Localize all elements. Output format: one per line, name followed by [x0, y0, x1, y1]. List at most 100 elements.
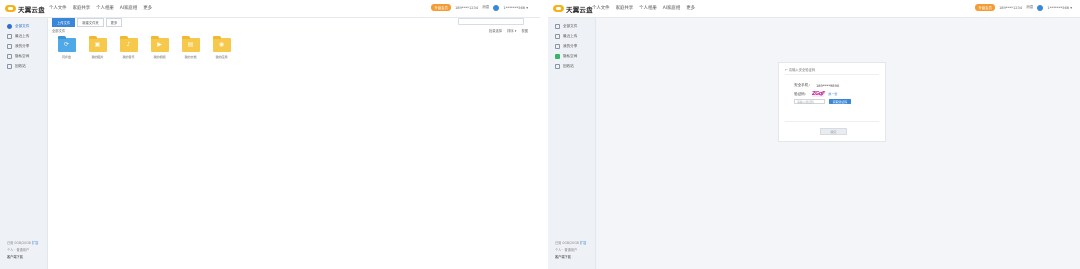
- nav-more[interactable]: 更多: [143, 5, 152, 11]
- confirm-button[interactable]: 确定: [820, 128, 847, 135]
- storage-usage: 已用 0GB/20GB: [555, 241, 579, 245]
- folder-icon: [7, 23, 12, 29]
- sidebar-item-trash[interactable]: 回收站: [548, 61, 595, 71]
- share-icon: [7, 43, 12, 49]
- file-item[interactable]: ▣ 我的图片: [88, 36, 107, 59]
- sidebar-item-label: 隐私空间: [15, 53, 30, 58]
- captcha-image: ZGqF: [812, 91, 825, 97]
- folder-icon: [555, 23, 560, 29]
- nav-ai-album[interactable]: AI家庭相: [663, 5, 680, 11]
- search-input[interactable]: [458, 18, 524, 25]
- nav-personal-album[interactable]: 个人相册: [96, 5, 114, 11]
- sync-folder-icon: ⟳: [57, 36, 76, 52]
- breadcrumb[interactable]: 全部文件: [52, 28, 65, 33]
- sidebar-item-label: 我的分享: [15, 43, 30, 48]
- nav-personal-album[interactable]: 个人相册: [639, 5, 657, 11]
- view-toolbar: 批量选择 排序 ▾ 视图: [489, 28, 528, 33]
- expand-storage-link[interactable]: 扩容: [32, 241, 38, 245]
- nav-family-share[interactable]: 家庭共享: [73, 5, 91, 11]
- messages-link[interactable]: 消息: [482, 5, 489, 10]
- user-area: 升级会员 189****1234 消息 1*******566 ▾: [431, 4, 528, 11]
- storage-info: 已用 0GB/20GB 扩容 个人 · 普通用户 客户端下载: [555, 240, 586, 261]
- input-row: 请输入验证码 获取验证码: [794, 99, 851, 104]
- phone-row: 安全手机： 189****9890: [794, 83, 839, 88]
- sidebar: 全部文件 最近上传 我的分享 隐私空间 回收站 已用 0GB/20GB 扩容 个…: [0, 18, 48, 269]
- file-name: 我的应用: [215, 55, 228, 59]
- phone-value: 189****9890: [815, 83, 840, 88]
- upgrade-badge[interactable]: 升级会员: [431, 4, 451, 11]
- nav-personal-files[interactable]: 个人文件: [49, 5, 67, 11]
- client-download-link[interactable]: 客户端下载: [555, 254, 586, 261]
- video-folder-icon: ▶: [150, 36, 169, 52]
- dialog-title[interactable]: ← 请输入安全验证码: [785, 67, 815, 72]
- nav-ai-album[interactable]: AI家庭相: [120, 5, 137, 11]
- sidebar-item-label: 最近上传: [15, 33, 30, 38]
- vip-status: 个人 · 普通用户: [555, 248, 578, 252]
- file-item[interactable]: ⟳ 同步盘: [57, 36, 76, 59]
- sidebar-item-all-files[interactable]: 全部文件: [0, 21, 47, 31]
- new-folder-button[interactable]: 新建文件夹: [77, 18, 104, 27]
- trash-icon: [555, 63, 560, 69]
- nav-personal-files[interactable]: 个人文件: [592, 5, 610, 11]
- avatar[interactable]: [1037, 4, 1044, 11]
- file-item[interactable]: ▶ 我的视频: [150, 36, 169, 59]
- cloud-logo-icon: [5, 5, 16, 12]
- file-item[interactable]: ♪ 我的音乐: [119, 36, 138, 59]
- divider: [785, 74, 879, 75]
- brand-logo[interactable]: 天翼云盘: [5, 4, 45, 14]
- file-name: 我的音乐: [122, 55, 135, 59]
- brand-name: 天翼云盘: [566, 5, 593, 14]
- batch-select-button[interactable]: 批量选择: [489, 28, 502, 33]
- file-name: 我的视频: [153, 55, 166, 59]
- sidebar-item-label: 回收站: [15, 63, 26, 68]
- sidebar-item-private[interactable]: 隐私空间: [0, 51, 47, 61]
- expand-storage-link[interactable]: 扩容: [580, 241, 586, 245]
- account-menu[interactable]: 1*******566 ▾: [503, 6, 528, 10]
- nav-more[interactable]: 更多: [686, 5, 695, 11]
- action-buttons: 上传文件 新建文件夹 更多: [52, 18, 123, 27]
- phone-link[interactable]: 189****1234: [999, 6, 1022, 10]
- verification-dialog: ← 请输入安全验证码 安全手机： 189****9890 验证码： ZGqF 换…: [778, 62, 886, 142]
- brand-logo[interactable]: 天翼云盘: [553, 4, 593, 14]
- sidebar-item-private[interactable]: 隐私空间: [548, 51, 595, 61]
- lock-icon: [7, 53, 12, 59]
- top-bar: 天翼云盘 个人文件 家庭共享 个人相册 AI家庭相 更多 升级会员 189***…: [548, 0, 1080, 18]
- file-item[interactable]: ◉ 我的应用: [212, 36, 231, 59]
- file-item[interactable]: ▤ 我的文档: [181, 36, 200, 59]
- sidebar-item-label: 我的分享: [563, 43, 578, 48]
- client-download-link[interactable]: 客户端下载: [7, 254, 38, 261]
- upload-button[interactable]: 上传文件: [52, 18, 76, 27]
- more-button[interactable]: 更多: [105, 18, 123, 27]
- sidebar-item-share[interactable]: 我的分享: [548, 41, 595, 51]
- brand-name: 天翼云盘: [18, 5, 45, 14]
- sidebar-item-recent[interactable]: 最近上传: [548, 31, 595, 41]
- sidebar-item-recent[interactable]: 最近上传: [0, 31, 47, 41]
- code-label: 验证码：: [794, 91, 809, 96]
- sidebar-item-label: 最近上传: [563, 33, 578, 38]
- account-menu[interactable]: 1*******566 ▾: [1047, 6, 1072, 10]
- sidebar-item-trash[interactable]: 回收站: [0, 61, 47, 71]
- view-toggle-button[interactable]: 视图: [521, 28, 528, 33]
- messages-link[interactable]: 消息: [1026, 5, 1033, 10]
- document-folder-icon: ▤: [181, 36, 200, 52]
- phone-link[interactable]: 189****1234: [455, 6, 478, 10]
- file-name: 同步盘: [61, 55, 71, 59]
- sort-button[interactable]: 排序 ▾: [507, 28, 516, 33]
- sidebar-item-share[interactable]: 我的分享: [0, 41, 47, 51]
- avatar[interactable]: [493, 4, 500, 11]
- sidebar-item-label: 全部文件: [15, 23, 30, 28]
- share-icon: [555, 43, 560, 49]
- verification-code-input[interactable]: 请输入验证码: [794, 99, 825, 104]
- nav-family-share[interactable]: 家庭共享: [616, 5, 634, 11]
- phone-label: 安全手机：: [794, 83, 812, 87]
- image-folder-icon: ▣: [88, 36, 107, 52]
- sidebar: 全部文件 最近上传 我的分享 隐私空间 回收站 已用 0GB/20GB 扩容 个…: [548, 18, 596, 269]
- storage-usage: 已用 0GB/20GB: [7, 241, 31, 245]
- upgrade-badge[interactable]: 升级会员: [975, 4, 995, 11]
- sidebar-item-label: 全部文件: [563, 23, 578, 28]
- verification-window: 天翼云盘 个人文件 家庭共享 个人相册 AI家庭相 更多 升级会员 189***…: [548, 0, 1080, 269]
- sidebar-item-all-files[interactable]: 全部文件: [548, 21, 595, 31]
- refresh-captcha-link[interactable]: 换一张: [828, 92, 837, 96]
- send-code-button[interactable]: 获取验证码: [829, 99, 851, 104]
- file-name: 我的文档: [184, 55, 197, 59]
